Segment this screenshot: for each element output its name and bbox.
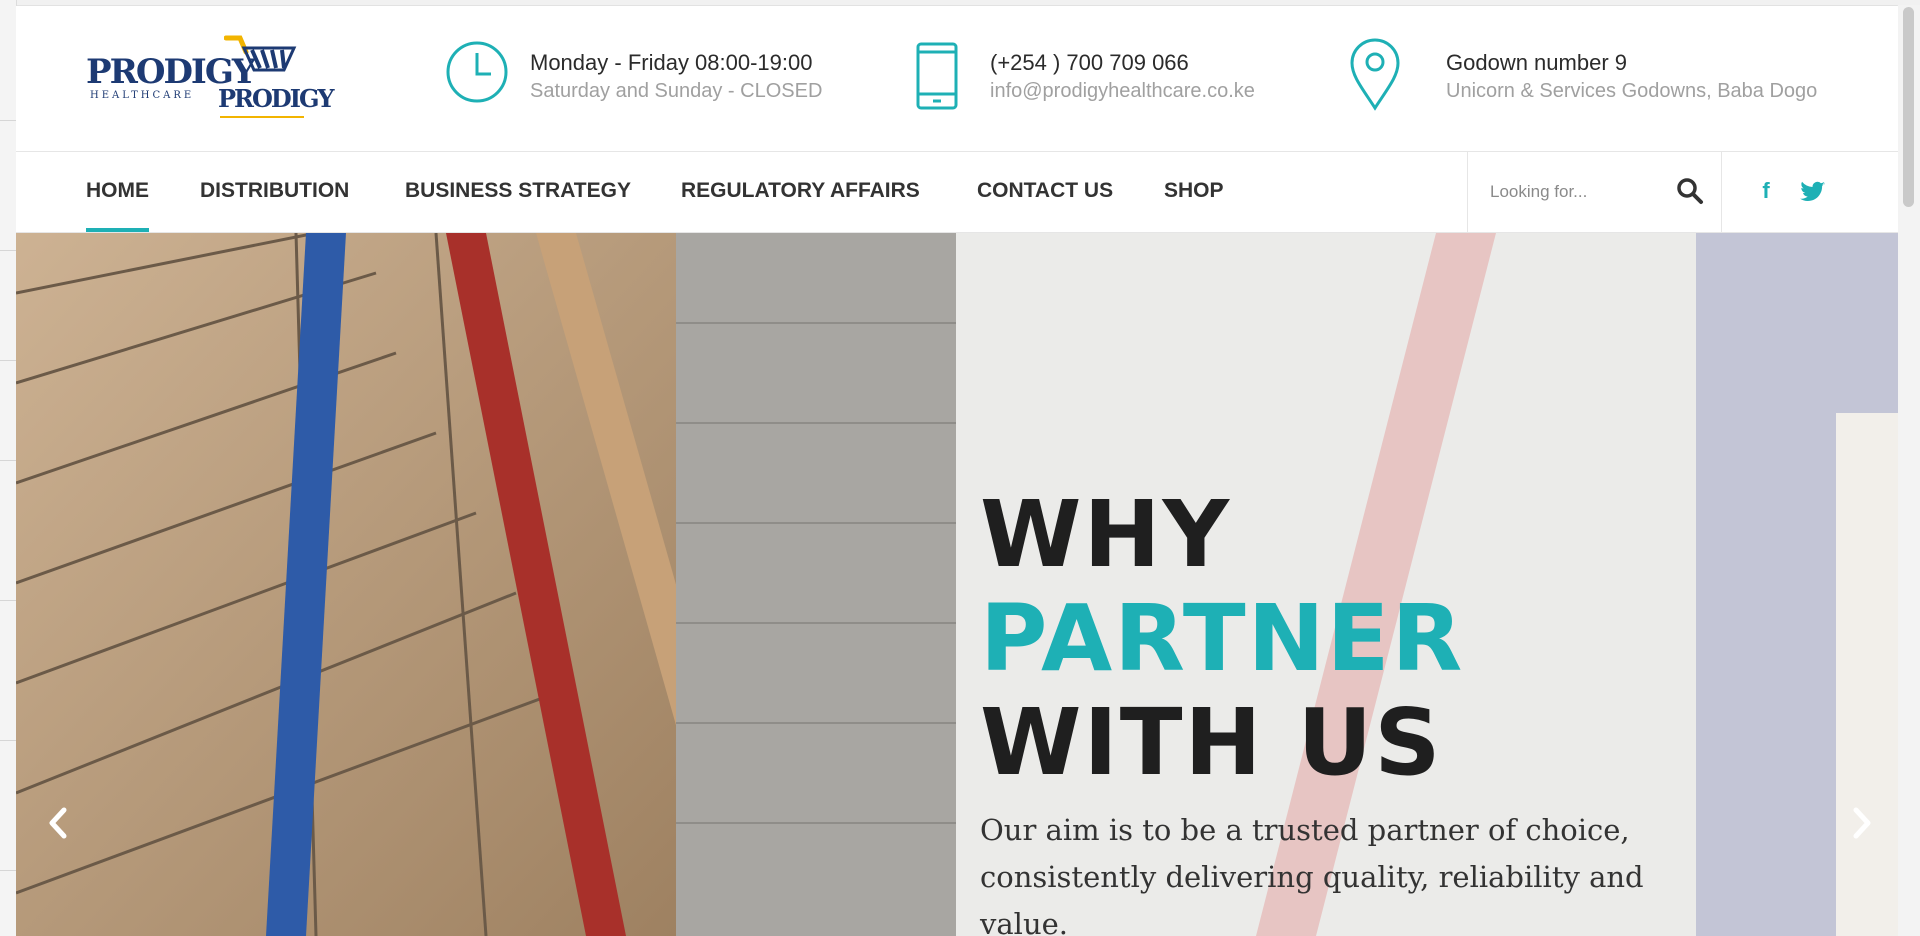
site-header: PRODIGY HEALTHCARE PRODIGY Monday - Frid… [16, 6, 1898, 152]
twitter-icon[interactable] [1798, 175, 1830, 207]
hero-slider: WHY PARTNER WITH US Our aim is to be a t… [16, 233, 1898, 936]
opening-hours: Monday - Friday 08:00-19:00 Saturday and… [446, 34, 866, 124]
page-scrollbar[interactable] [1897, 5, 1920, 936]
address-line-2: Unicorn & Services Godowns, Baba Dogo [1446, 80, 1818, 102]
hours-weekdays: Monday - Friday 08:00-19:00 [530, 50, 813, 75]
nav-item-shop[interactable]: SHOP [1164, 151, 1224, 232]
hero-heading: WHY PARTNER WITH US [980, 483, 1464, 795]
mobile-phone-icon [916, 42, 958, 110]
hero-heading-line-1: WHY [980, 481, 1232, 588]
phone-number[interactable]: (+254 ) 700 709 066 [990, 50, 1189, 76]
contact-info: (+254 ) 700 709 066 info@prodigyhealthca… [914, 34, 1324, 124]
hours-weekend: Saturday and Sunday - CLOSED [530, 80, 823, 102]
nav-item-regulatory-affairs[interactable]: REGULATORY AFFAIRS [681, 151, 920, 232]
hero-description: Our aim is to be a trusted partner of ch… [980, 813, 1644, 936]
search-icon[interactable] [1676, 177, 1704, 205]
hero-heading-line-2: PARTNER [980, 585, 1465, 692]
chevron-right-icon[interactable] [1842, 798, 1882, 848]
logo-wordmark-secondary: PRODIGY [218, 84, 335, 113]
location-info: Godown number 9 Unicorn & Services Godow… [1348, 34, 1888, 124]
scrollbar-thumb[interactable] [1903, 7, 1914, 207]
search-input[interactable] [1488, 173, 1672, 211]
main-navigation: HOME DISTRIBUTION BUSINESS STRATEGY REGU… [16, 151, 1898, 233]
nav-item-distribution[interactable]: DISTRIBUTION [200, 151, 349, 232]
shopping-cart-icon [224, 35, 297, 72]
search-box [1467, 151, 1722, 232]
facebook-icon[interactable]: f [1750, 175, 1782, 207]
nav-item-contact-us[interactable]: CONTACT US [977, 151, 1113, 232]
nav-item-business-strategy[interactable]: BUSINESS STRATEGY [405, 151, 631, 232]
address-line-1: Godown number 9 [1446, 50, 1627, 75]
map-pin-icon [1350, 38, 1400, 111]
email-address[interactable]: info@prodigyhealthcare.co.ke [990, 80, 1255, 103]
left-gutter [0, 0, 17, 936]
page: PRODIGY HEALTHCARE PRODIGY Monday - Frid… [16, 6, 1898, 936]
nav-item-home[interactable]: HOME [86, 151, 149, 232]
hero-heading-line-3: WITH US [980, 689, 1443, 796]
clock-icon [446, 41, 508, 103]
logo-underline [220, 116, 304, 118]
chevron-left-icon[interactable] [38, 798, 78, 848]
logo-tagline: HEALTHCARE [90, 90, 195, 101]
site-logo[interactable]: PRODIGY HEALTHCARE PRODIGY [86, 32, 335, 127]
